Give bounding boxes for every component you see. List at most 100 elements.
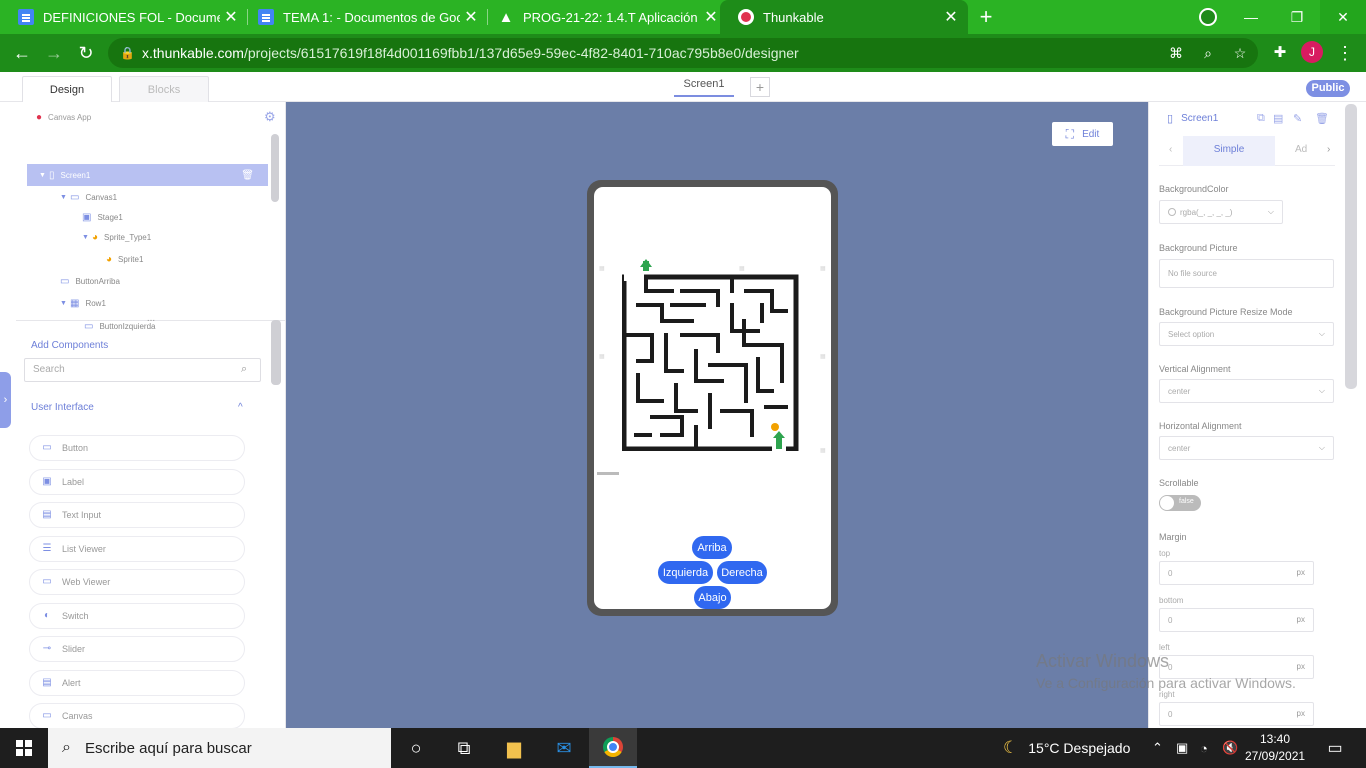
task-view-icon[interactable]: ⧉ xyxy=(440,728,488,768)
edit-button[interactable]: ⛶ Edit xyxy=(1052,122,1113,146)
new-tab-button[interactable]: + xyxy=(974,6,998,28)
network-icon[interactable]: ◔ xyxy=(1200,728,1208,768)
margin-bottom-input[interactable]: 0 px xyxy=(1159,608,1314,632)
tree-app-root[interactable]: ● Canvas App xyxy=(36,106,256,128)
volume-muted-icon[interactable]: 🔇 xyxy=(1222,728,1238,768)
tree-item-canvas1[interactable]: ▼ ▭ Canvas1 xyxy=(60,186,117,208)
component-label[interactable]: ▣ Label xyxy=(29,469,245,495)
components-scrollbar[interactable] xyxy=(271,320,281,385)
bookmark-star-icon[interactable]: ☆ xyxy=(1226,38,1254,68)
tree-item-stage1[interactable]: ▣ Stage1 xyxy=(82,206,123,228)
resize-mode-select[interactable]: Select option ⌵ xyxy=(1159,322,1334,346)
weather-widget[interactable]: ☾ 15°C Despejado xyxy=(1003,728,1130,768)
file-explorer-icon[interactable]: ▆ xyxy=(490,728,538,768)
scrollable-toggle[interactable]: false xyxy=(1159,495,1201,511)
tab-simple[interactable]: Simple xyxy=(1183,136,1275,166)
translate-icon[interactable]: ⌘ xyxy=(1162,38,1190,68)
component-switch[interactable]: ◐ Switch xyxy=(29,603,245,629)
horizontal-alignment-select[interactable]: center ⌵ xyxy=(1159,436,1334,460)
panel-divider[interactable]: ... xyxy=(16,314,286,328)
tree-item-row1[interactable]: ▼ ▦ Row1 xyxy=(60,292,106,314)
add-screen-button[interactable]: + xyxy=(750,77,770,97)
meet-now-icon[interactable]: ▣ xyxy=(1176,728,1188,768)
chevron-up-icon[interactable]: ^ xyxy=(238,402,243,413)
browser-menu-icon[interactable]: ⋮ xyxy=(1331,40,1359,66)
browser-tab-definiciones[interactable]: DEFINICIONES FOL - Documento ✕ xyxy=(0,0,248,34)
arriba-button[interactable]: Arriba xyxy=(691,535,733,560)
background-color-picker[interactable]: rgba(_, _, _, _) ⌵ xyxy=(1159,200,1283,224)
browser-tab-thunkable[interactable]: Thunkable ✕ xyxy=(720,0,968,34)
extensions-puzzle-icon[interactable]: ✚ xyxy=(1266,40,1294,66)
delete-icon[interactable]: 🗑 xyxy=(1315,112,1329,125)
chevron-down-icon: ⌵ xyxy=(1318,329,1325,338)
tree-item-button-arriba[interactable]: ▭ ButtonArriba xyxy=(60,270,120,292)
tree-scrollbar[interactable] xyxy=(271,134,279,202)
tab-close-icon[interactable]: ✕ xyxy=(460,7,482,27)
component-text-input[interactable]: ▤ Text Input xyxy=(29,502,245,528)
chrome-profile-badge-icon[interactable] xyxy=(1199,8,1217,26)
expand-panel-handle[interactable]: › xyxy=(0,372,11,428)
taskbar-search-box[interactable]: ⌕ Escribe aquí para buscar xyxy=(48,728,391,768)
scrollable-label: Scrollable xyxy=(1159,478,1199,488)
forward-arrow-icon[interactable]: → xyxy=(40,40,68,66)
component-alert[interactable]: ▤ Alert xyxy=(29,670,245,696)
tab-blocks[interactable]: Blocks xyxy=(119,76,209,102)
screen-tab[interactable]: Screen1 xyxy=(674,78,734,97)
notifications-icon[interactable]: ▭ xyxy=(1320,728,1350,768)
component-button[interactable]: ▭ Button xyxy=(29,435,245,461)
taskbar-clock[interactable]: 13:40 27/09/2021 xyxy=(1245,731,1305,765)
properties-scrollbar[interactable] xyxy=(1345,104,1357,389)
user-interface-section-title[interactable]: User Interface xyxy=(31,402,94,413)
trash-icon[interactable]: 🗑 xyxy=(241,170,254,181)
tree-item-sprite1[interactable]: ◕ Sprite1 xyxy=(106,248,143,270)
address-bar[interactable]: 🔒 x.thunkable.com/projects/61517619f18f4… xyxy=(108,38,1258,68)
pencil-icon[interactable]: ✎ xyxy=(1293,112,1302,125)
tab-design[interactable]: Design xyxy=(22,76,112,102)
settings-gear-icon[interactable]: ⚙ xyxy=(264,109,276,125)
component-web-viewer[interactable]: ▭ Web Viewer xyxy=(29,569,245,595)
reload-icon[interactable]: ↻ xyxy=(72,40,100,66)
mail-icon[interactable]: ✉ xyxy=(540,728,588,768)
layout-icon[interactable]: ▤ xyxy=(1273,112,1283,125)
background-picture-input[interactable]: No file source xyxy=(1159,259,1334,288)
derecha-button[interactable]: Derecha xyxy=(716,560,768,585)
browser-tab-prog[interactable]: ▲ PROG-21-22: 1.4.T Aplicación mo ✕ xyxy=(480,0,728,34)
tab-close-icon[interactable]: ✕ xyxy=(700,7,722,27)
margin-top-input[interactable]: 0 px xyxy=(1159,561,1314,585)
zoom-icon[interactable]: ⌕ xyxy=(1194,38,1222,68)
profile-avatar[interactable]: J xyxy=(1301,41,1323,63)
start-button[interactable] xyxy=(0,728,48,768)
margin-top-value: 0 xyxy=(1168,568,1173,578)
izquierda-button[interactable]: Izquierda xyxy=(657,560,714,585)
window-close-button[interactable]: ✕ xyxy=(1320,0,1366,34)
windows-taskbar: ⌕ Escribe aquí para buscar ○ ⧉ ▆ ✉ ☾ 15°… xyxy=(0,728,1366,768)
public-badge[interactable]: Public xyxy=(1306,80,1350,97)
tree-item-screen1[interactable]: ▼ ▯ Screen1 🗑 xyxy=(27,164,268,186)
tree-item-sprite-type1[interactable]: ▼ ◕ Sprite_Type1 xyxy=(82,226,151,248)
tab-close-icon[interactable]: ✕ xyxy=(940,7,962,27)
maze-image[interactable] xyxy=(622,251,804,451)
phone-screen[interactable]: ▦ ▦ ▦ ▦ ▦ ▦ Arriba Izquierda Derecha Aba… xyxy=(594,187,831,609)
restore-button[interactable]: ❐ xyxy=(1274,0,1320,34)
cortana-icon[interactable]: ○ xyxy=(392,728,440,768)
tab-close-icon[interactable]: ✕ xyxy=(220,7,242,27)
chevron-left-icon[interactable]: ‹ xyxy=(1169,136,1172,164)
minimize-button[interactable]: — xyxy=(1228,0,1274,34)
browser-tab-tema1[interactable]: TEMA 1: - Documentos de Googl ✕ xyxy=(240,0,488,34)
component-slider[interactable]: ⊸ Slider xyxy=(29,636,245,662)
chevron-right-icon[interactable]: › xyxy=(1327,136,1330,164)
abajo-button[interactable]: Abajo xyxy=(693,585,732,609)
vertical-alignment-select[interactable]: center ⌵ xyxy=(1159,379,1334,403)
stage-icon: ▣ xyxy=(82,211,92,223)
chrome-taskbar-button[interactable] xyxy=(589,728,637,768)
margin-label: Margin xyxy=(1159,532,1187,542)
component-search-input[interactable]: Search xyxy=(24,358,261,382)
tab-advanced[interactable]: Ad xyxy=(1295,136,1325,164)
horizontal-alignment-label: Horizontal Alignment xyxy=(1159,421,1242,431)
tray-overflow-chevron-icon[interactable]: ⌃ xyxy=(1152,728,1163,768)
copy-icon[interactable]: ⧉ xyxy=(1257,112,1265,125)
component-list-viewer[interactable]: ☰ List Viewer xyxy=(29,536,245,562)
component-canvas[interactable]: ▭ Canvas xyxy=(29,703,245,729)
back-arrow-icon[interactable]: ← xyxy=(8,40,36,66)
margin-right-input[interactable]: 0 px xyxy=(1159,702,1314,726)
